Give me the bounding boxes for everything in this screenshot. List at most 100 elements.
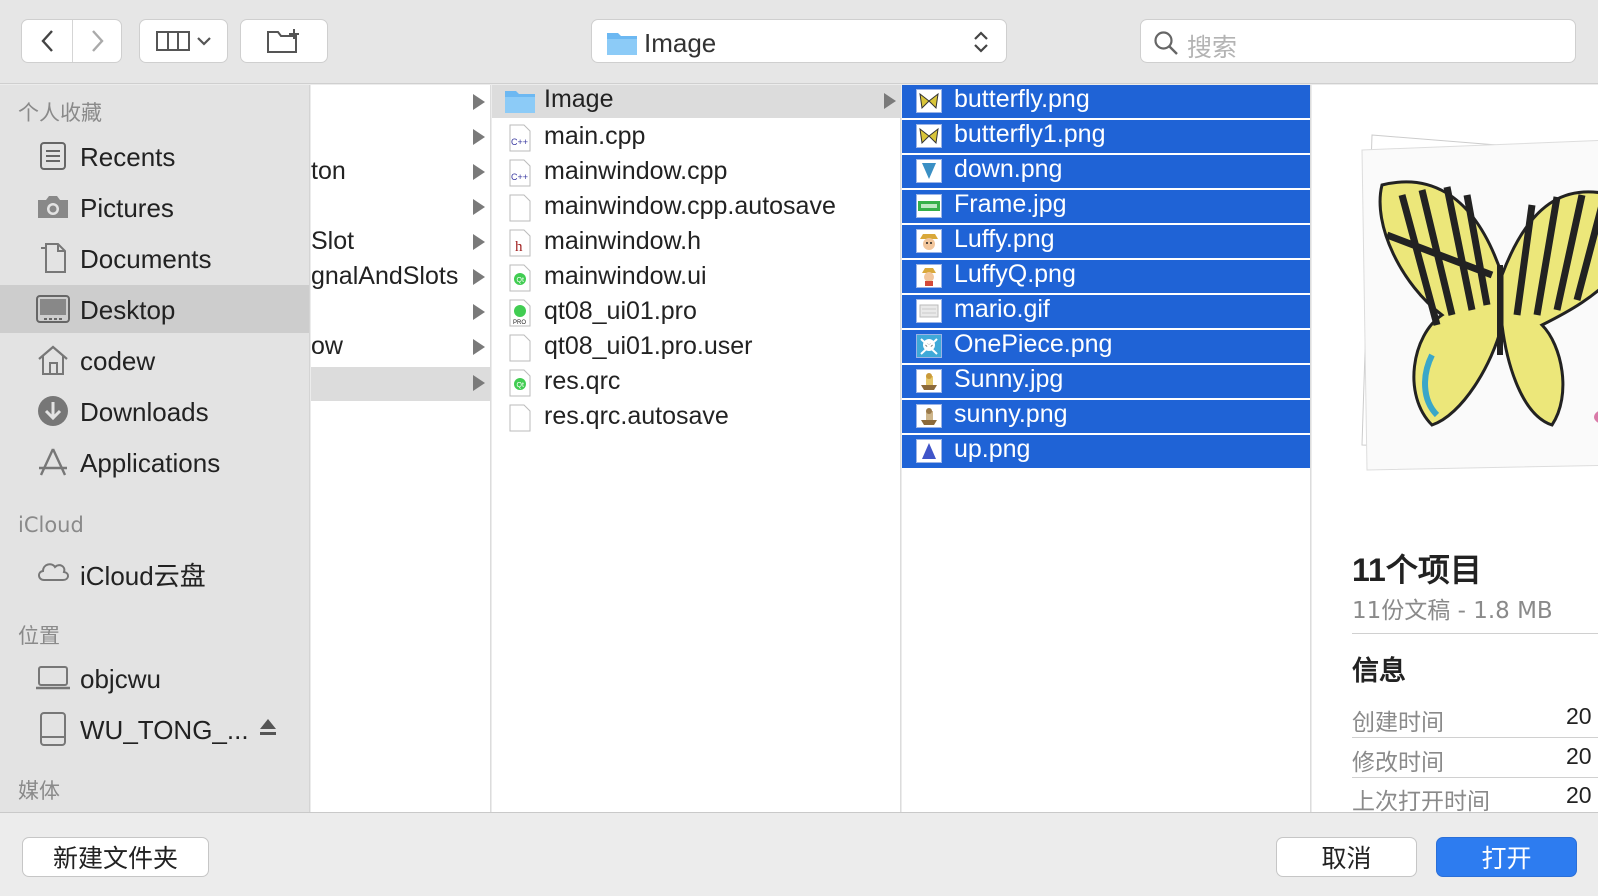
svg-text:h: h [515,239,523,255]
info-value-created: 20 [1566,703,1592,729]
column-row[interactable]: Slot [311,225,490,261]
sidebar-item-label: Downloads [80,397,209,427]
svg-text:Qt: Qt [517,277,524,284]
ship-thumb [916,404,942,428]
sidebar-item-wu-tong-drive[interactable]: WU_TONG_... [0,705,309,753]
info-key-last-opened: 上次打开时间 [1352,789,1490,812]
sidebar-item-objcwu[interactable]: objcwu [0,654,309,702]
location-popup[interactable]: Image [591,19,1007,63]
new-folder-button[interactable]: 新建文件夹 [22,837,209,877]
column-row[interactable]: h mainwindow.h [492,225,900,261]
column-row-selected[interactable]: OnePiece.png [902,330,1310,363]
browser-column-3: butterfly.png butterfly1.png down.png Fr… [902,85,1311,812]
chevron-down-icon [196,37,211,46]
column-row[interactable]: Qt mainwindow.ui [492,260,900,296]
header-file-icon: h [509,229,531,257]
qt-file-icon: Qt [509,369,531,397]
new-folder-toolbar-button[interactable] [240,19,328,63]
forward-button[interactable] [73,20,123,62]
sidebar-item-label: objcwu [80,664,161,694]
qt-file-icon: Qt [509,264,531,292]
view-mode-button[interactable] [139,19,228,63]
column-row[interactable] [311,120,490,156]
column-row-selected[interactable]: Frame.jpg [902,190,1310,223]
info-value-modified: 20 [1566,743,1592,769]
sidebar-item-pictures[interactable]: Pictures [0,183,309,231]
column-row[interactable]: C++ mainwindow.cpp [492,155,900,191]
arrow-up-thumb [916,439,942,463]
icloud-section-title: iCloud [18,513,84,537]
sidebar-item-recents[interactable]: Recents [0,132,309,180]
column-row[interactable]: PRO qt08_ui01.pro [492,295,900,331]
column-row-selected[interactable]: mario.gif [902,295,1310,328]
cancel-button[interactable]: 取消 [1276,837,1417,877]
sidebar-item-icloud-drive[interactable]: iCloud云盘 [0,546,309,594]
location-label: Image [644,28,717,58]
column-row[interactable]: ow [311,330,490,366]
column-row[interactable] [311,85,490,121]
divider [1352,633,1598,634]
disclosure-arrow-icon [473,164,485,180]
column-row[interactable]: C++ main.cpp [492,120,900,156]
column-row[interactable]: res.qrc.autosave [492,400,900,436]
info-value-last-opened: 20 [1566,782,1592,808]
disclosure-arrow-icon [473,375,485,391]
disclosure-arrow-icon [473,269,485,285]
column-row[interactable]: Qt res.qrc [492,365,900,401]
column-row[interactable]: gnalAndSlots [311,260,490,296]
search-field[interactable]: 搜索 [1140,19,1576,63]
column-row-selected[interactable] [311,367,490,401]
laptop-icon [35,660,71,696]
cpp-file-icon: C++ [509,124,531,152]
luffy-thumb [916,229,942,253]
column-row-selected[interactable]: Sunny.jpg [902,365,1310,398]
column-row-selected[interactable]: down.png [902,155,1310,188]
document-icon [35,240,71,276]
sidebar-item-label: WU_TONG_... [80,715,249,745]
cpp-file-icon: C++ [509,159,531,187]
mario-thumb [916,299,942,323]
sidebar-item-label: Desktop [80,295,176,325]
back-button[interactable] [22,20,72,62]
column-row-selected[interactable]: LuffyQ.png [902,260,1310,293]
dialog-footer: 新建文件夹 取消 打开 [0,812,1598,896]
sidebar-item-label: codew [80,346,156,376]
column-row-image-folder[interactable]: Image [492,85,900,118]
eject-icon[interactable] [258,717,278,737]
search-placeholder: 搜索 [1187,33,1238,62]
sidebar-item-label: Applications [80,448,221,478]
sidebar-item-label: Recents [80,142,176,172]
sidebar-item-desktop[interactable]: Desktop [0,285,309,333]
column-row[interactable] [311,295,490,331]
open-button[interactable]: 打开 [1436,837,1577,877]
column-row[interactable]: mainwindow.cpp.autosave [492,190,900,226]
column-row[interactable] [311,190,490,226]
sidebar-item-downloads[interactable]: Downloads [0,387,309,435]
column-row-selected[interactable]: Luffy.png [902,225,1310,258]
sidebar-item-label: Pictures [80,193,174,223]
column-row[interactable]: ton [311,155,490,191]
sidebar: 个人收藏 Recents Pictures Documents Desktop … [0,85,310,812]
info-key-created: 创建时间 [1352,710,1444,736]
divider [1352,737,1598,738]
sidebar-item-codew[interactable]: codew [0,336,309,384]
sidebar-item-documents[interactable]: Documents [0,234,309,282]
applications-icon [35,444,71,480]
blank-file-icon [509,194,531,222]
home-icon [35,342,71,378]
column-row-selected[interactable]: up.png [902,435,1310,468]
sidebar-item-applications[interactable]: Applications [0,438,309,486]
browser-column-2: Image C++ main.cpp C++ mainwindow.cpp ma… [492,85,901,812]
preview-pane: 11个项目 11份文稿 - 1.8 MB 信息 创建时间 20 修改时间 20 … [1312,85,1598,812]
column-row-selected[interactable]: butterfly1.png [902,120,1310,153]
blank-file-icon [509,404,531,432]
butterfly-preview-image [1361,134,1598,471]
favorites-section-title: 个人收藏 [18,101,102,125]
disclosure-arrow-icon [473,234,485,250]
column-row-selected[interactable]: butterfly.png [902,85,1310,118]
column-row-selected[interactable]: sunny.png [902,400,1310,433]
column-row[interactable]: qt08_ui01.pro.user [492,330,900,366]
locations-section-title: 位置 [18,624,60,648]
ship-thumb [916,369,942,393]
external-drive-icon [35,711,71,747]
